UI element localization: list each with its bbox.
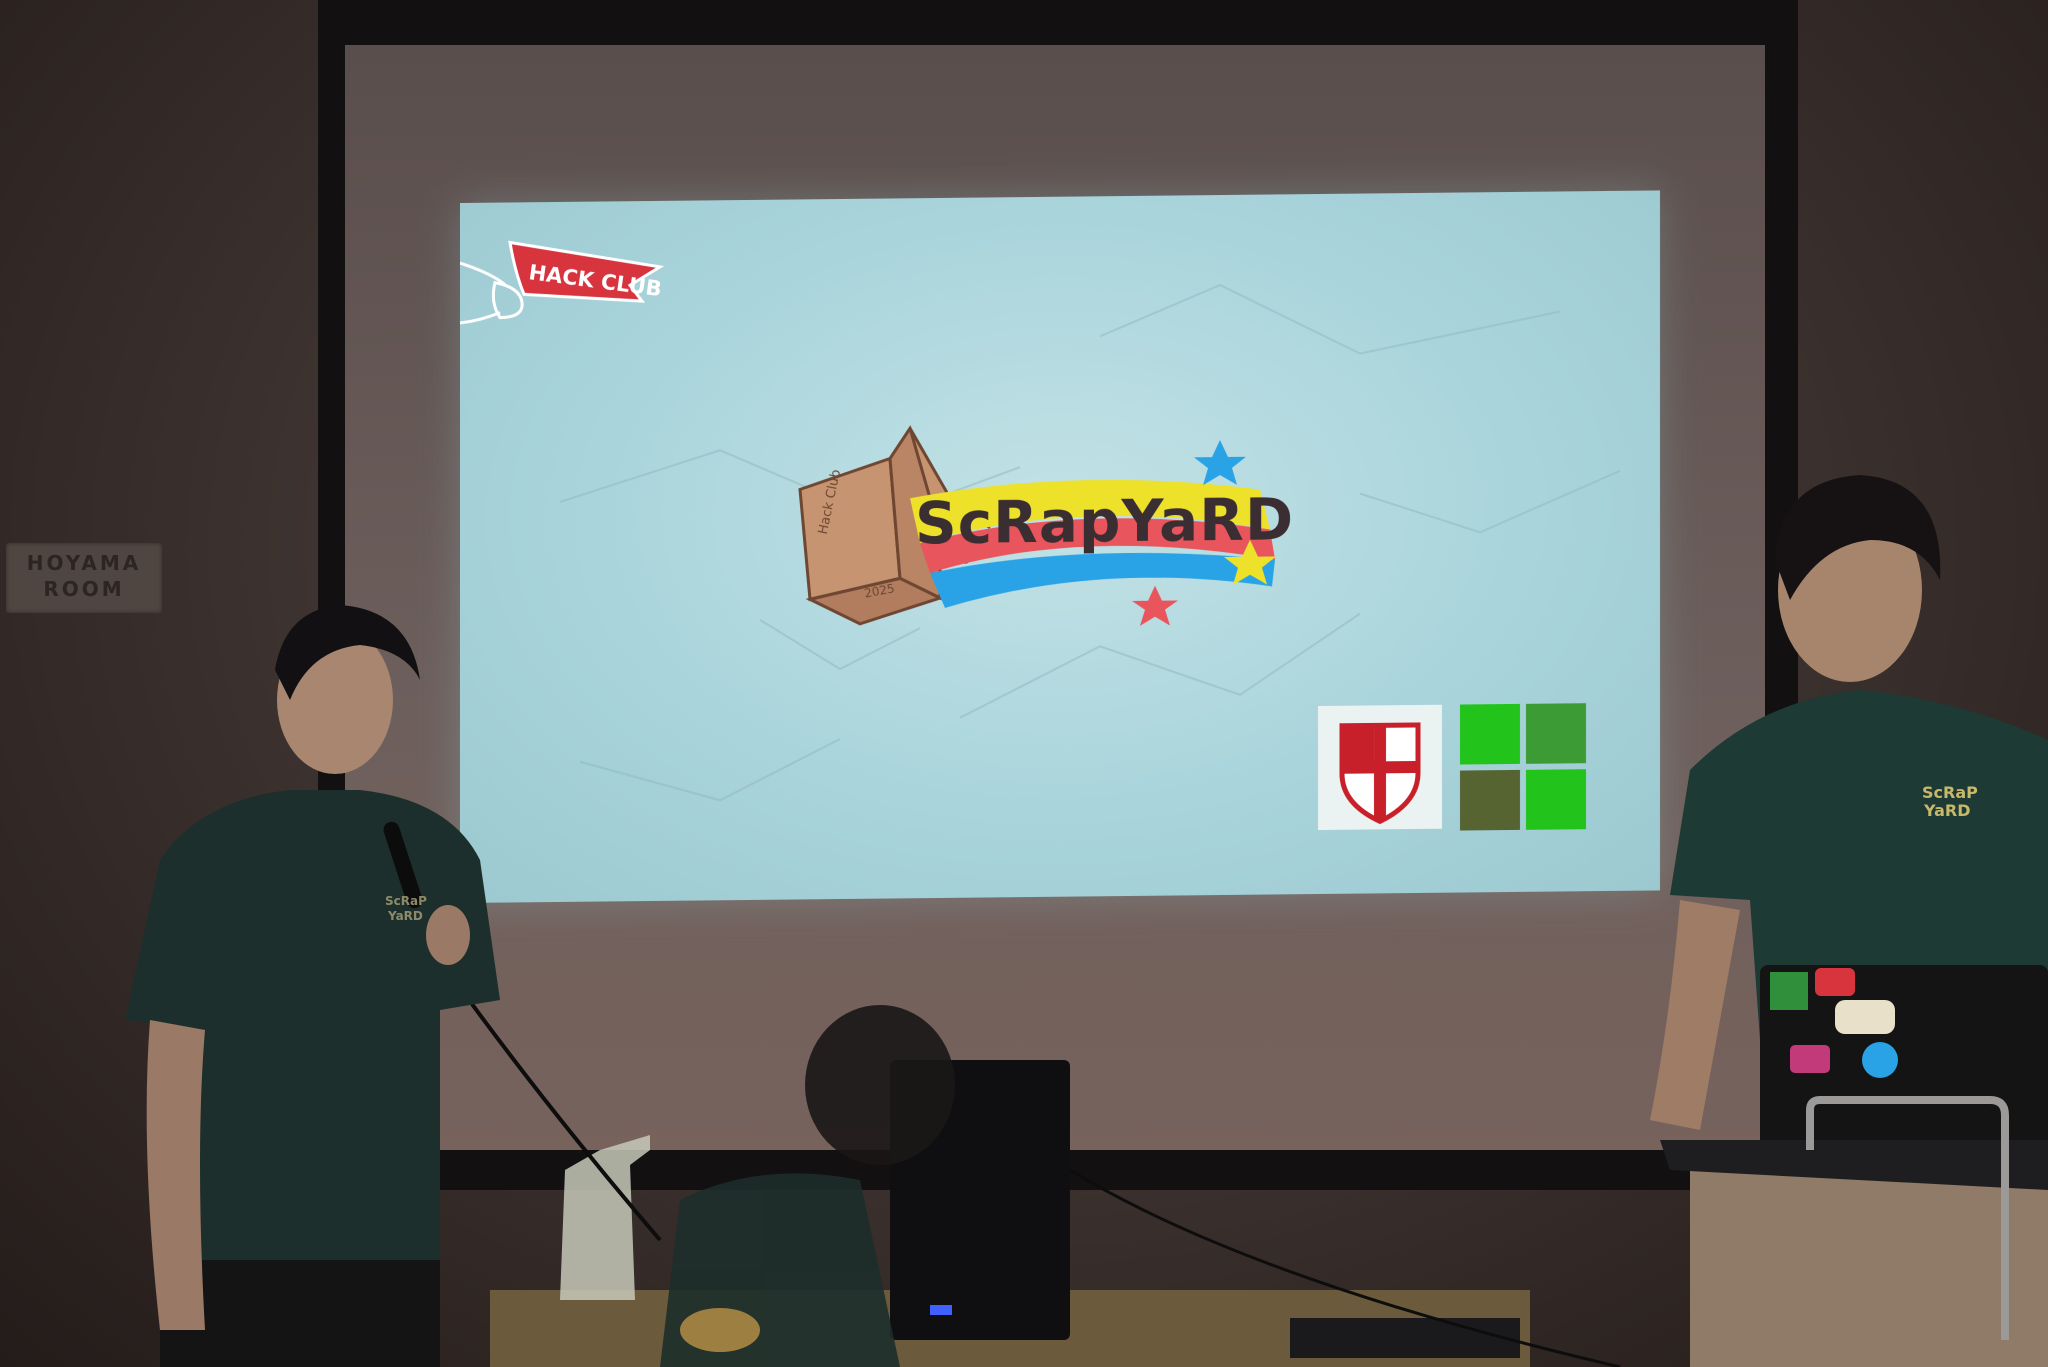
left-presenter-hand <box>426 905 470 965</box>
right-presenter <box>1650 475 2048 1367</box>
sticker-icon <box>1790 1045 1830 1073</box>
sticker-icon <box>1815 968 1855 996</box>
left-shirt-print: ScRaP YaRD <box>385 894 427 923</box>
left-shirt-print-line1: ScRaP <box>385 894 427 908</box>
closed-laptop <box>1290 1318 1520 1358</box>
left-presenter <box>125 605 500 1367</box>
right-shirt-print-line1: ScRaP <box>1922 783 1978 802</box>
sticker-icon <box>1862 1042 1898 1078</box>
sticker-icon <box>1770 972 1808 1010</box>
foreground-scene: ScRaP YaRD ScRaP YaRD <box>125 475 2048 1367</box>
left-shirt-print-line2: YaRD <box>387 909 423 923</box>
left-presenter-arm <box>146 1020 205 1330</box>
right-presenter-arm <box>1650 900 1740 1130</box>
right-shirt-print: ScRaP YaRD <box>1922 783 1978 820</box>
right-shirt-print-line2: YaRD <box>1923 801 1971 820</box>
sticker-icon <box>1835 1000 1895 1034</box>
speaker-led <box>930 1305 952 1315</box>
spray-bottle <box>560 1135 650 1300</box>
photo-scene: HOYAMA ROOM HACK CLUB Hack Club 2025 ScR… <box>0 0 2048 1367</box>
